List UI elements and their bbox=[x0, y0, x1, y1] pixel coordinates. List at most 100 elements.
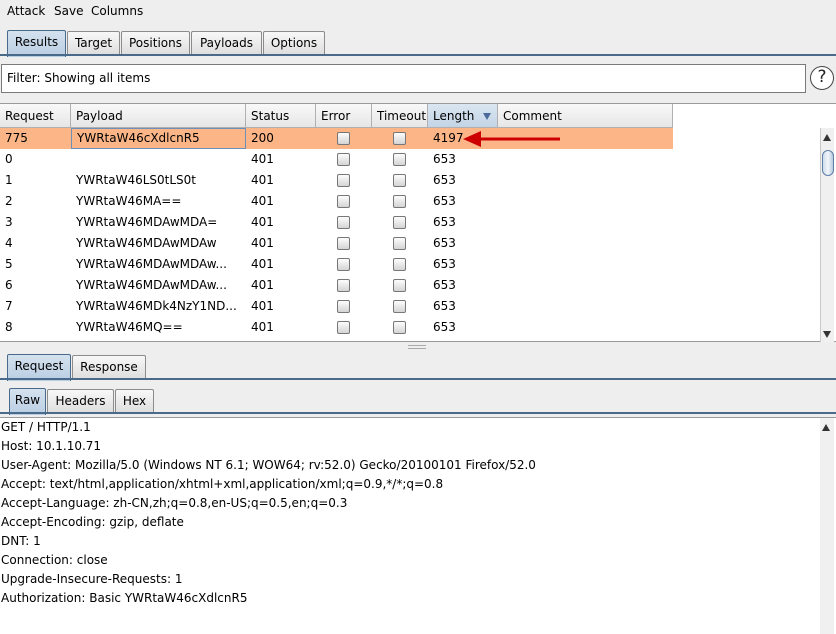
timeout-checkbox[interactable] bbox=[393, 279, 406, 292]
timeout-checkbox[interactable] bbox=[393, 195, 406, 208]
menu-save[interactable]: Save bbox=[54, 4, 83, 18]
table-row[interactable]: 2 YWRtaW46MA== 401 653 bbox=[0, 191, 673, 212]
table-scrollbar[interactable] bbox=[820, 128, 834, 342]
cell-payload bbox=[71, 149, 246, 170]
cell-status: 401 bbox=[251, 278, 274, 292]
tab-response[interactable]: Response bbox=[72, 355, 146, 380]
sort-descending-icon bbox=[483, 113, 491, 120]
view-tabs: Raw Headers Hex bbox=[0, 387, 836, 415]
cell-length: 653 bbox=[433, 320, 456, 334]
tab-payloads[interactable]: Payloads bbox=[191, 31, 262, 56]
header-line-accept-encoding: Accept-Encoding: gzip, deflate bbox=[1, 515, 184, 529]
scroll-down-icon[interactable] bbox=[823, 331, 831, 338]
tab-hex[interactable]: Hex bbox=[115, 389, 154, 414]
timeout-checkbox[interactable] bbox=[393, 216, 406, 229]
error-checkbox[interactable] bbox=[337, 195, 350, 208]
menu-columns[interactable]: Columns bbox=[91, 4, 143, 18]
timeout-checkbox[interactable] bbox=[393, 237, 406, 250]
timeout-checkbox[interactable] bbox=[393, 174, 406, 187]
cell-length: 653 bbox=[433, 299, 456, 313]
header-line-upgrade-insecure: Upgrade-Insecure-Requests: 1 bbox=[1, 572, 183, 586]
error-checkbox[interactable] bbox=[337, 258, 350, 271]
tab-target[interactable]: Target bbox=[67, 31, 120, 56]
cell-comment bbox=[498, 170, 673, 191]
table-row[interactable]: 3 YWRtaW46MDAwMDA= 401 653 bbox=[0, 212, 673, 233]
cell-payload: YWRtaW46MQ== bbox=[76, 320, 183, 334]
cell-payload: YWRtaW46MDAwMDAw... bbox=[76, 257, 227, 271]
request-line: GET / HTTP/1.1 bbox=[1, 420, 91, 434]
editor-scrollbar[interactable] bbox=[820, 418, 834, 634]
column-header-timeout[interactable]: Timeout bbox=[372, 104, 428, 128]
cell-payload: YWRtaW46MDAwMDAw... bbox=[76, 278, 227, 292]
column-header-comment[interactable]: Comment bbox=[498, 104, 673, 128]
cell-status: 401 bbox=[251, 194, 274, 208]
filter-bar[interactable]: Filter: Showing all items bbox=[1, 64, 806, 93]
menu-attack[interactable]: Attack bbox=[7, 4, 45, 18]
cell-comment bbox=[498, 296, 673, 317]
cell-length: 653 bbox=[433, 278, 456, 292]
tab-results[interactable]: Results bbox=[7, 30, 66, 57]
header-line-user-agent: User-Agent: Mozilla/5.0 (Windows NT 6.1;… bbox=[1, 458, 536, 472]
column-header-payload[interactable]: Payload bbox=[71, 104, 246, 128]
editor-scroll-up-icon[interactable] bbox=[822, 424, 830, 431]
cell-status: 401 bbox=[251, 257, 274, 271]
cell-status: 200 bbox=[251, 131, 274, 145]
table-row[interactable]: 775 YWRtaW46cXdlcnR5 200 4197 bbox=[0, 128, 673, 149]
table-row[interactable]: 5 YWRtaW46MDAwMDAw... 401 653 bbox=[0, 254, 673, 275]
cell-request: 5 bbox=[5, 257, 13, 271]
detail-tabs: Request Response bbox=[0, 353, 836, 381]
error-checkbox[interactable] bbox=[337, 300, 350, 313]
tab-positions[interactable]: Positions bbox=[121, 31, 190, 56]
table-row[interactable]: 4 YWRtaW46MDAwMDAw 401 653 bbox=[0, 233, 673, 254]
cell-length: 653 bbox=[433, 215, 456, 229]
timeout-checkbox[interactable] bbox=[393, 300, 406, 313]
scrollbar-thumb[interactable] bbox=[822, 150, 834, 176]
column-header-status[interactable]: Status bbox=[246, 104, 316, 128]
error-checkbox[interactable] bbox=[337, 279, 350, 292]
cell-payload: YWRtaW46LS0tLS0t bbox=[76, 173, 197, 187]
error-checkbox[interactable] bbox=[337, 132, 350, 145]
cell-request: 3 bbox=[5, 215, 13, 229]
help-icon[interactable]: ? bbox=[810, 66, 834, 90]
header-line-accept-language: Accept-Language: zh-CN,zh;q=0.8,en-US;q=… bbox=[1, 496, 348, 510]
table-row[interactable]: 0 401 653 bbox=[0, 149, 673, 170]
error-checkbox[interactable] bbox=[337, 174, 350, 187]
cell-payload: YWRtaW46cXdlcnR5 bbox=[71, 128, 246, 149]
error-checkbox[interactable] bbox=[337, 153, 350, 166]
column-header-request[interactable]: Request bbox=[0, 104, 71, 128]
table-header: Request Payload Status Error Timeout Len… bbox=[0, 104, 673, 128]
cell-length: 653 bbox=[433, 173, 456, 187]
error-checkbox[interactable] bbox=[337, 237, 350, 250]
split-pane-divider[interactable] bbox=[408, 345, 426, 349]
results-table: Request Payload Status Error Timeout Len… bbox=[0, 103, 836, 342]
detail-tab-underline bbox=[0, 378, 836, 380]
timeout-checkbox[interactable] bbox=[393, 132, 406, 145]
table-row[interactable]: 8 YWRtaW46MQ== 401 653 bbox=[0, 317, 673, 338]
scroll-up-icon[interactable] bbox=[823, 134, 831, 141]
tab-request[interactable]: Request bbox=[7, 354, 71, 381]
error-checkbox[interactable] bbox=[337, 321, 350, 334]
tab-options[interactable]: Options bbox=[263, 31, 325, 56]
cell-request: 7 bbox=[5, 299, 13, 313]
filter-text: Filter: Showing all items bbox=[7, 71, 151, 85]
tab-raw[interactable]: Raw bbox=[9, 388, 46, 415]
main-tabs: Results Target Positions Payloads Option… bbox=[0, 29, 836, 57]
cell-payload: YWRtaW46MA== bbox=[76, 194, 182, 208]
cell-payload: YWRtaW46MDk4NzY1ND... bbox=[76, 299, 237, 313]
raw-request-editor[interactable]: GET / HTTP/1.1 Host: 10.1.10.71 User-Age… bbox=[0, 417, 836, 634]
timeout-checkbox[interactable] bbox=[393, 153, 406, 166]
table-row[interactable]: 7 YWRtaW46MDk4NzY1ND... 401 653 bbox=[0, 296, 673, 317]
cell-comment bbox=[498, 212, 673, 233]
column-header-error[interactable]: Error bbox=[316, 104, 372, 128]
cell-comment bbox=[498, 149, 673, 170]
table-row[interactable]: 1 YWRtaW46LS0tLS0t 401 653 bbox=[0, 170, 673, 191]
cell-length: 653 bbox=[433, 152, 456, 166]
column-header-length[interactable]: Length bbox=[428, 104, 498, 128]
timeout-checkbox[interactable] bbox=[393, 321, 406, 334]
timeout-checkbox[interactable] bbox=[393, 258, 406, 271]
tab-headers[interactable]: Headers bbox=[47, 389, 114, 414]
table-row[interactable]: 6 YWRtaW46MDAwMDAw... 401 653 bbox=[0, 275, 673, 296]
cell-request: 2 bbox=[5, 194, 13, 208]
error-checkbox[interactable] bbox=[337, 216, 350, 229]
cell-request: 0 bbox=[5, 152, 13, 166]
